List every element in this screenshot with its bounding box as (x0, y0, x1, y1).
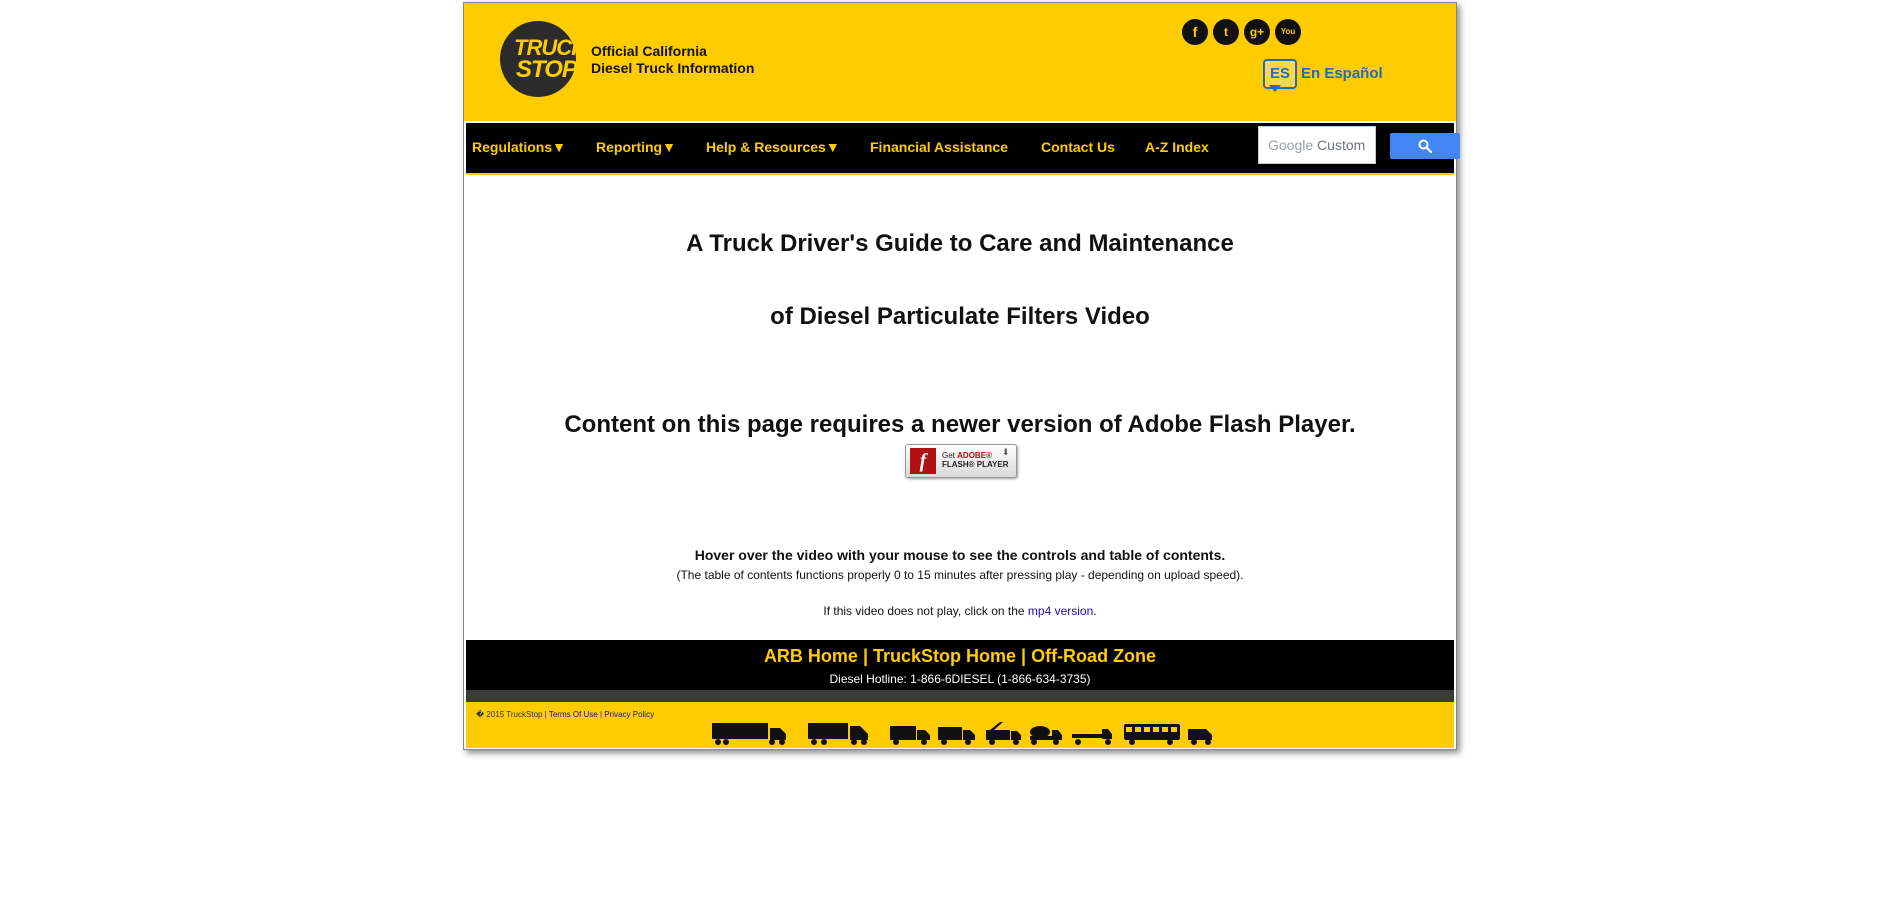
logo-the-text: the (506, 17, 516, 32)
flash-get-text: Get (942, 451, 955, 460)
footer-link-off-road-zone[interactable]: Off-Road Zone (1031, 646, 1156, 666)
hover-instructions: Hover over the video with your mouse to … (694, 547, 1226, 563)
tagline-line1: Official California (591, 43, 707, 59)
page-title-line1: A Truck Driver's Guide to Care and Maint… (686, 230, 1234, 257)
mp4-prefix: If this video does not play, click on th… (823, 604, 1028, 618)
mp4-note: If this video does not play, click on th… (464, 604, 1456, 618)
download-arrow-icon: ⬇ (1002, 447, 1010, 457)
privacy-policy-link[interactable]: Privacy Policy (604, 710, 654, 719)
footer-link-arb-home[interactable]: ARB Home (764, 646, 858, 666)
terms-of-use-link[interactable]: Terms Of Use (549, 710, 598, 719)
footer-links-bar: ARB Home | TruckStop Home | Off-Road Zon… (466, 640, 1454, 690)
flash-adobe-text: ADOBE® (957, 451, 992, 460)
flash-button-text: Get ADOBE® FLASH® PLAYER (942, 451, 1009, 469)
footer-separator: | (857, 646, 873, 666)
logo-stop-text: STOP (516, 56, 578, 83)
toc-note: (The table of contents functions properl… (676, 568, 1244, 582)
truckstop-logo[interactable]: the TRUCK STOP (500, 17, 587, 97)
flash-logo-icon: f (910, 448, 936, 474)
nav-a-z-index[interactable]: A-Z Index (1145, 139, 1209, 155)
nav-contact-us[interactable]: Contact Us (1041, 139, 1115, 155)
twitter-icon[interactable]: t (1213, 19, 1239, 45)
get-flash-player-button[interactable]: f Get ADOBE® FLASH® PLAYER ⬇ (905, 444, 1017, 478)
flash-required-message: Content on this page requires a newer ve… (564, 411, 1356, 438)
nav-financial-assistance[interactable]: Financial Assistance (870, 139, 1008, 155)
page-title-line2: of Diesel Particulate Filters Video (770, 303, 1150, 330)
diesel-hotline: Diesel Hotline: 1-866-6DIESEL (1-866-634… (829, 672, 1091, 686)
search-placeholder-rest: Custom Search (1317, 137, 1370, 153)
main-nav: Regulations▼ Reporting▼ Help & Resources… (466, 123, 1460, 175)
footer-divider (466, 690, 1454, 702)
site-tagline: Official California Diesel Truck Informa… (591, 43, 754, 77)
footer-link-truckstop-home[interactable]: TruckStop Home (873, 646, 1016, 666)
spanish-label: En Español (1301, 65, 1383, 82)
mp4-version-link[interactable]: mp4 version (1028, 604, 1093, 618)
search-placeholder: Google Custom Search (1268, 137, 1370, 153)
search-placeholder-google: Google (1268, 137, 1314, 153)
copyright-text: � 2015 TruckStop | (476, 710, 549, 719)
page-container: the TRUCK STOP Official California Diese… (463, 2, 1460, 750)
footer-links: ARB Home | TruckStop Home | Off-Road Zon… (466, 646, 1454, 667)
mp4-suffix: . (1093, 604, 1097, 618)
tagline-line2: Diesel Truck Information (591, 60, 755, 76)
search-icon (1418, 139, 1432, 153)
copyright-line: � 2015 TruckStop | Terms Of Use | Privac… (476, 710, 654, 719)
footer-bottom: � 2015 TruckStop | Terms Of Use | Privac… (466, 702, 1454, 748)
search-button[interactable] (1390, 133, 1460, 159)
nav-help-resources[interactable]: Help & Resources▼ (706, 139, 840, 155)
search-input[interactable]: Google Custom Search (1258, 126, 1376, 164)
google-plus-icon[interactable]: g+ (1244, 19, 1270, 45)
youtube-icon[interactable]: You (1275, 19, 1301, 45)
truck-silhouettes-image (712, 722, 1212, 745)
footer-separator: | (1016, 646, 1032, 666)
nav-reporting[interactable]: Reporting▼ (596, 139, 676, 155)
site-header: the TRUCK STOP Official California Diese… (464, 3, 1456, 121)
facebook-icon[interactable]: f (1182, 19, 1208, 45)
es-badge-tail (1269, 85, 1281, 92)
flash-product-text: FLASH® PLAYER (942, 460, 1009, 469)
nav-regulations[interactable]: Regulations▼ (472, 139, 566, 155)
